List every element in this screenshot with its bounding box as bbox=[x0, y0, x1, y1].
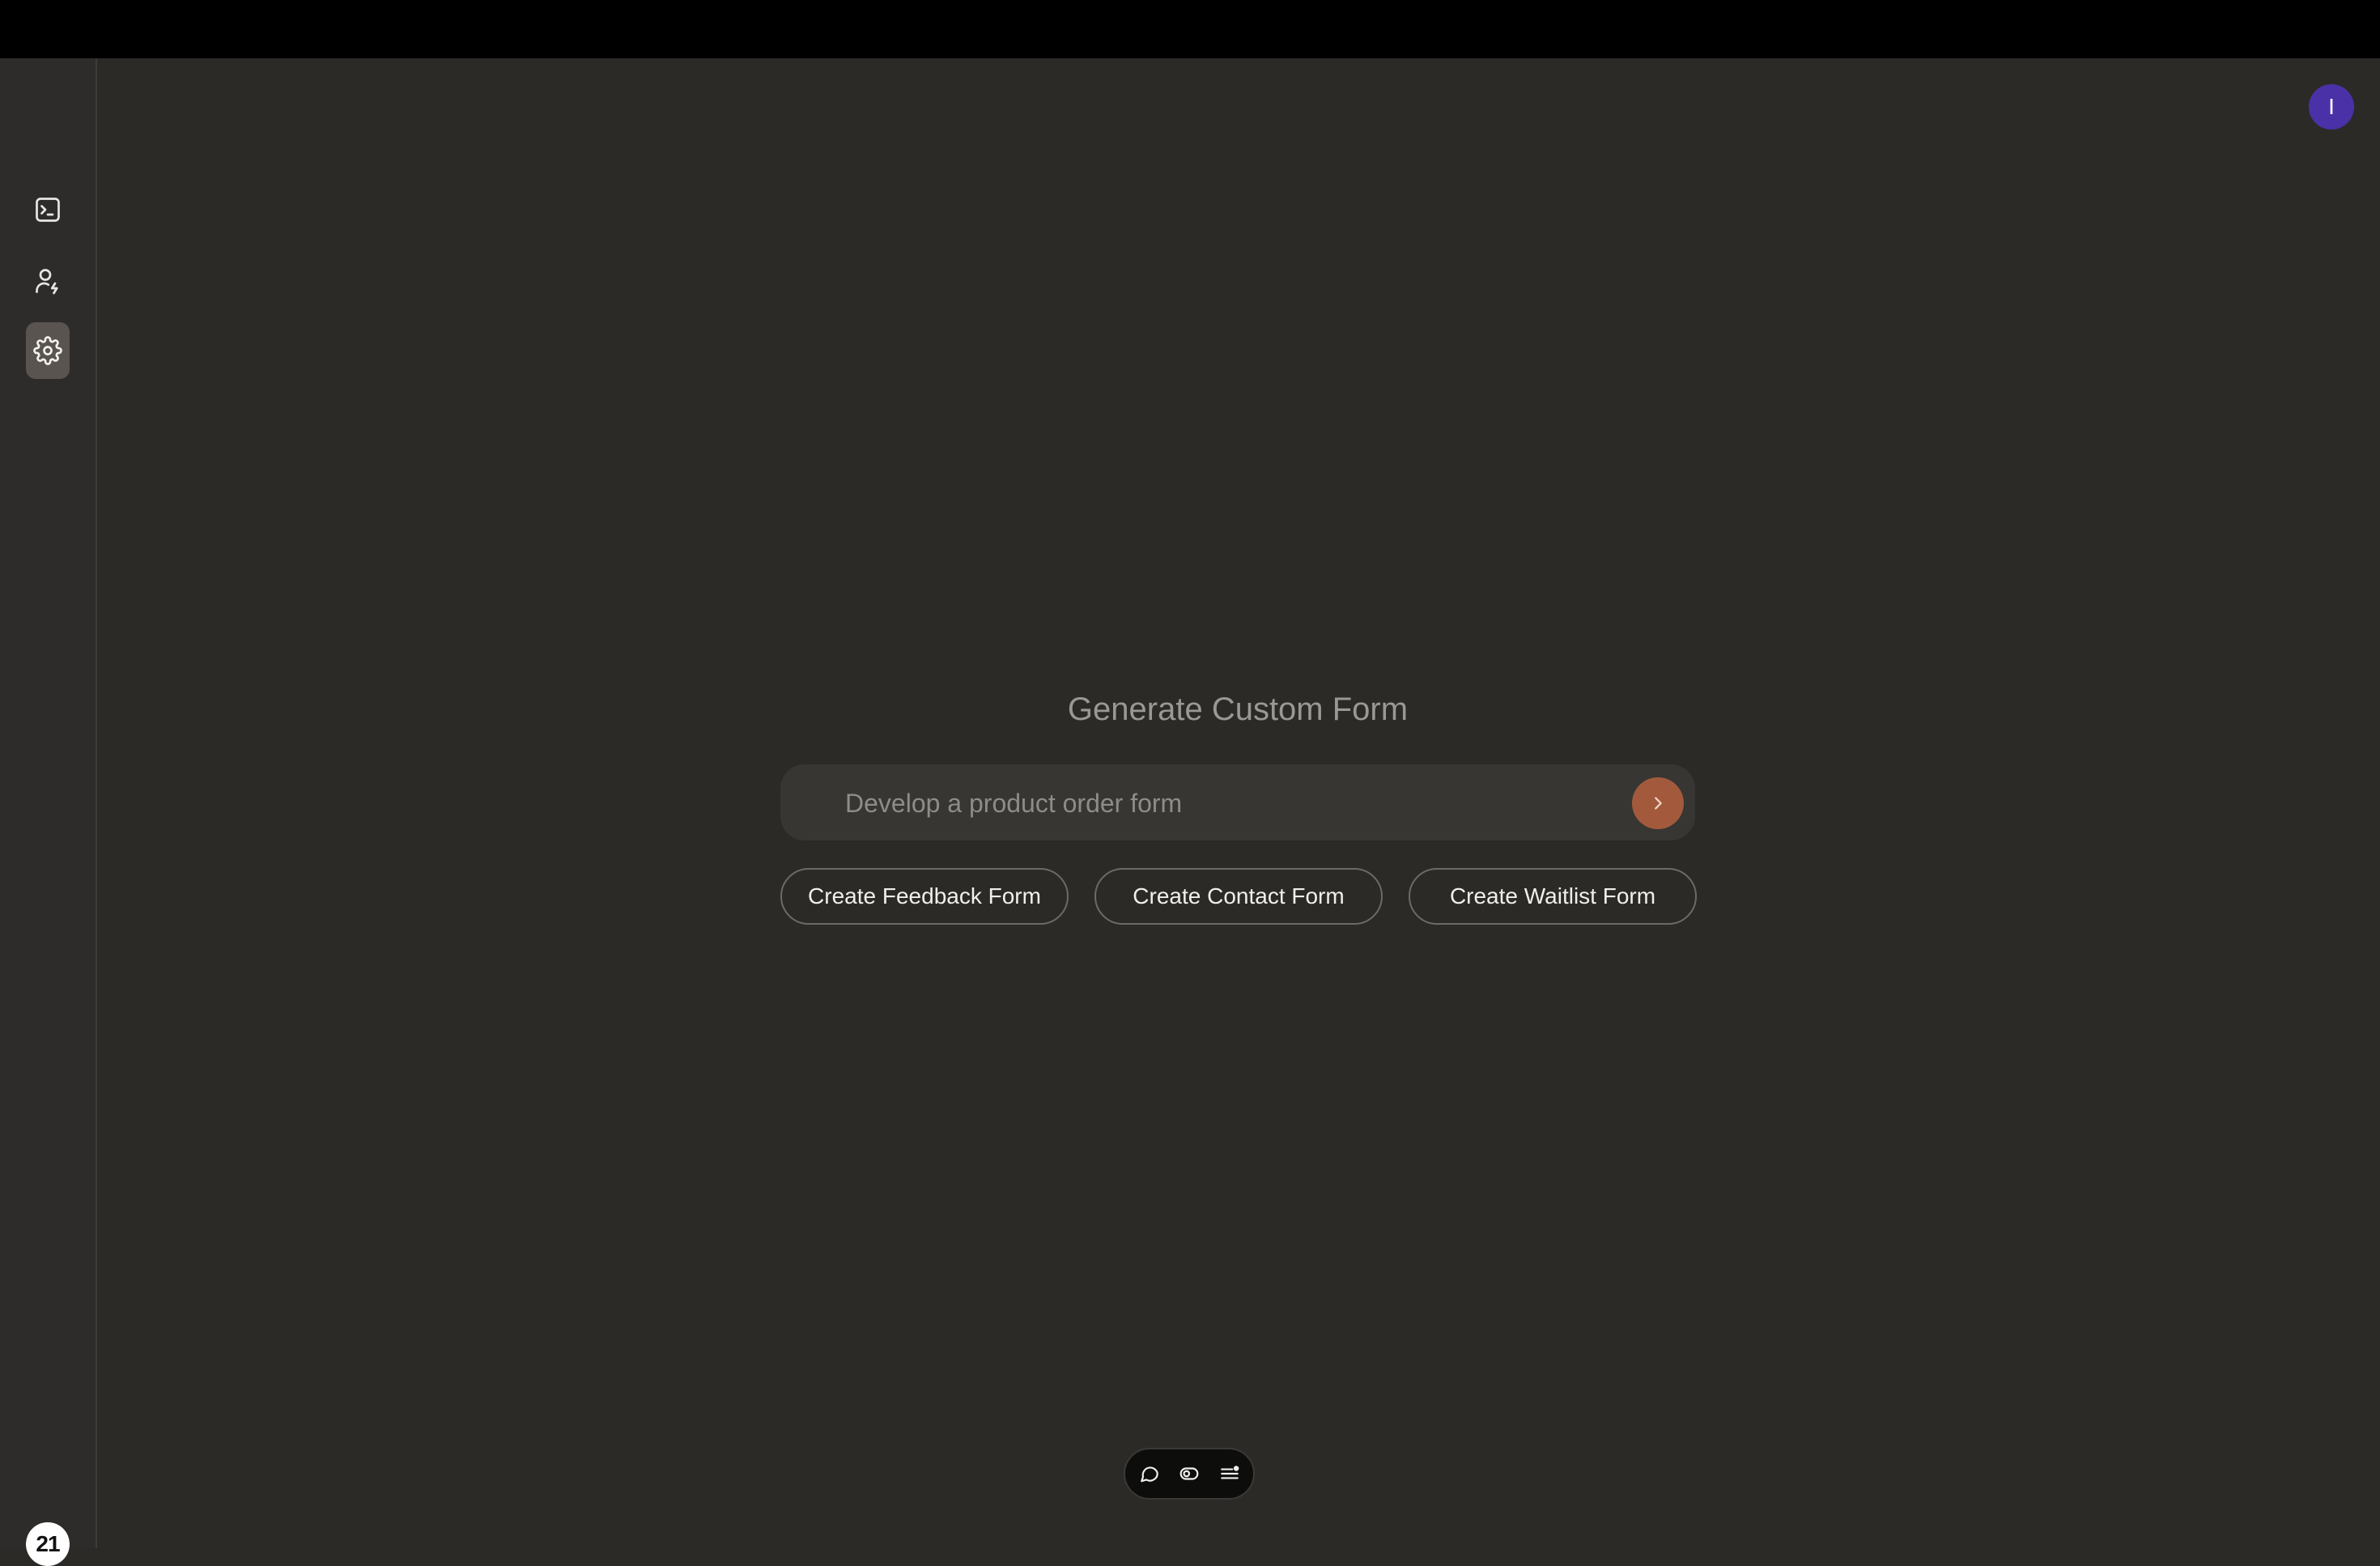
user-bolt-icon bbox=[36, 269, 58, 295]
list-button[interactable] bbox=[1213, 1457, 1246, 1490]
app-logo[interactable]: 21 bbox=[26, 1522, 70, 1566]
send-button[interactable] bbox=[1632, 777, 1684, 829]
gear-icon bbox=[33, 336, 62, 365]
toggle-icon bbox=[1179, 1467, 1199, 1480]
list-icon bbox=[1220, 1466, 1239, 1479]
chat-bubble-icon bbox=[1140, 1466, 1158, 1483]
floating-toolbar bbox=[1124, 1448, 1255, 1500]
create-waitlist-form-button[interactable]: Create Waitlist Form bbox=[1409, 868, 1697, 925]
sidebar: 21 bbox=[0, 58, 97, 1566]
chevron-right-icon bbox=[1655, 797, 1662, 810]
sidebar-item-settings[interactable] bbox=[26, 322, 70, 379]
top-bar bbox=[0, 0, 2380, 58]
create-feedback-form-button[interactable]: Create Feedback Form bbox=[780, 868, 1069, 925]
avatar[interactable]: I bbox=[2309, 84, 2354, 130]
create-contact-form-button[interactable]: Create Contact Form bbox=[1094, 868, 1383, 925]
sidebar-item-terminal[interactable] bbox=[26, 181, 70, 238]
terminal-icon bbox=[36, 198, 60, 222]
page-title: Generate Custom Form bbox=[1067, 692, 1409, 727]
prompt-input[interactable] bbox=[844, 764, 1592, 842]
toggle-button[interactable] bbox=[1173, 1457, 1205, 1490]
sidebar-item-user[interactable] bbox=[26, 253, 70, 309]
comment-button[interactable] bbox=[1133, 1457, 1166, 1490]
prompt-box bbox=[780, 764, 1695, 842]
